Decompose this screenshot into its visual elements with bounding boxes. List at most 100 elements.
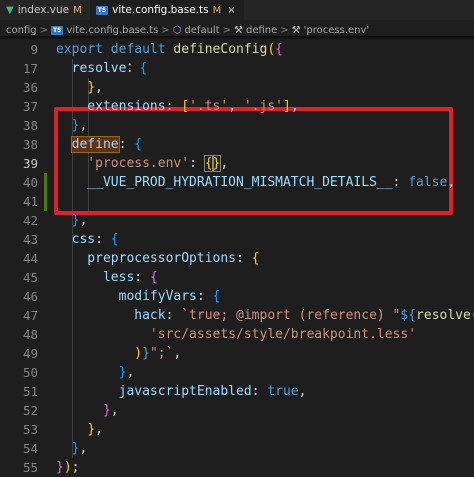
tab-vite-config[interactable]: TS vite.config.base.ts M × [89,0,244,20]
code-token: css [56,232,96,247]
code-text: __VUE_PROD_HYDRATION_MISMATCH_DETAILS__:… [56,173,455,192]
line-number: 38 [22,118,38,133]
code-text: less: { [56,268,158,287]
code-token: : [118,137,135,152]
tab-label: index.vue [17,4,70,16]
code-text: preprocessorOptions: { [56,249,260,268]
ts-icon: TS [95,5,109,15]
breadcrumb-item[interactable]: define [246,25,277,36]
code-line: 9 export default defineConfig({ [0,40,474,59]
code-token: ) [63,460,72,475]
code-text: extensions: ['.ts', '.js'], [56,97,298,116]
line-number: 40 [22,175,38,190]
breadcrumb-item[interactable]: 'process.env' [304,25,370,36]
code-token: , [220,156,229,171]
code-token: } [102,403,111,418]
code-token: : [165,99,182,114]
code-token: , [173,346,182,361]
code-token: default [110,42,174,57]
code-text: )}";`, [56,344,181,363]
line-number: 52 [22,403,38,418]
breadcrumb-item[interactable]: config [6,25,37,36]
code-text: export default defineConfig({ [56,40,283,59]
code-line: 47 hack: `true; @import (reference) "${r… [0,306,474,325]
code-token: { [251,251,260,266]
code-text: 'src/assets/style/breakpoint.less' [56,325,416,344]
code-token: : [392,175,409,190]
code-text: }, [56,439,88,458]
tab-index-vue[interactable]: ▼ index.vue M [0,0,90,20]
code-token: false [408,175,448,190]
modified-badge: M [212,4,222,16]
code-token: ) [134,346,143,361]
close-icon[interactable]: × [227,5,235,16]
line-number: 46 [22,289,38,304]
code-line: 55}); [0,458,474,477]
code-token: : [196,289,213,304]
code-line: 38 define: { [0,135,474,154]
code-token: , [447,175,456,190]
line-number: 39 [22,156,38,171]
chevron-right-icon: > [39,24,48,36]
code-token: { [134,137,143,152]
code-line: 41 [0,192,474,211]
line-number: 50 [22,365,38,380]
line-number: 38 [22,137,38,152]
code-token: true [267,384,299,399]
code-token: resolve [416,308,471,323]
line-number: 54 [22,441,38,456]
breadcrumb-item[interactable]: vite.config.base.ts [66,25,158,36]
ts-icon: TS [51,25,64,35]
code-line: 39 'process.env': {}, [0,154,474,173]
code-token: , [95,422,103,437]
breadcrumb-item[interactable]: default [184,25,219,36]
code-line: 36 }, [0,78,474,97]
code-token: extensions [56,99,166,114]
code-token: defineConfig [173,42,268,57]
code-token: { [110,232,119,247]
line-number: 17 [22,61,38,76]
code-token: : [134,270,150,285]
code-token: ( [267,42,276,57]
modified-badge: M [73,4,82,16]
code-text: }, [56,401,119,420]
code-token: { [139,61,148,76]
vue-icon: ▼ [6,4,14,16]
code-text: 'process.env': {}, [56,154,228,173]
code-token: , [79,441,88,456]
code-token: } [142,346,150,361]
code-text: }, [56,211,88,230]
code-token: '.ts' [189,99,229,114]
code-token: { [275,42,283,57]
line-number: 37 [22,99,38,114]
code-text: define: { [56,135,142,154]
code-token: define [70,136,120,153]
code-text: }, [56,420,103,439]
code-token: , [126,365,135,380]
code-token: hack [56,308,166,323]
code-line: 50 }, [0,363,474,382]
chevron-right-icon: > [161,24,170,36]
code-token: { [212,289,221,304]
tab-label: vite.config.base.ts [112,4,209,16]
code-line: 44 preprocessorOptions: { [0,249,474,268]
code-text: }); [56,458,79,477]
code-token: [ [181,99,190,114]
code-editor[interactable]: 9 export default defineConfig({ 17 resolve… [0,40,474,475]
line-number: 41 [22,194,38,209]
code-token: less [56,270,135,285]
line-number: 48 [22,327,38,342]
code-token: '.js' [243,99,283,114]
code-token: ] [283,99,291,114]
code-line: 46 modifyVars: { [0,287,474,306]
code-line: 53 }, [0,420,474,439]
wrench-icon: ⚒ [291,24,301,36]
line-number: 53 [22,422,38,437]
